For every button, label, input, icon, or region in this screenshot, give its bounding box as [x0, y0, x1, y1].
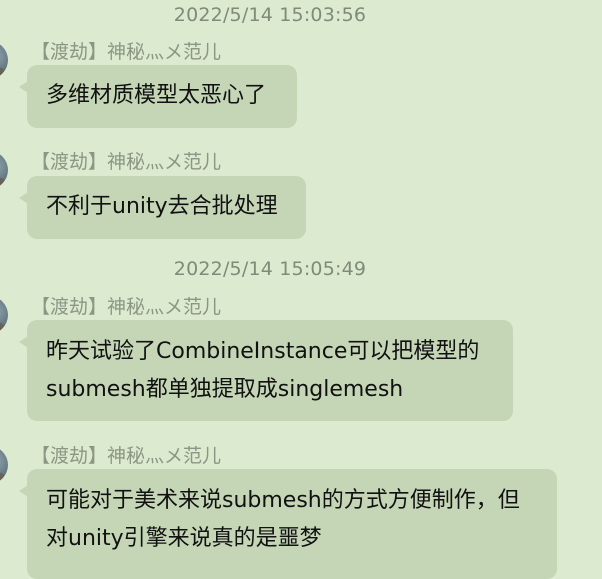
message-timestamp: 2022/5/14 15:05:49 — [173, 258, 367, 280]
message-text-line: 可能对于美术来说submesh的方式方便制作，但 — [46, 488, 520, 513]
message-text: 不利于unity去合批处理 — [46, 194, 278, 219]
message-text-line: 对unity引擎来说真的是噩梦 — [46, 526, 322, 551]
message-bubble[interactable]: 多维材质模型太恶心了 — [19, 65, 297, 128]
sender-avatar[interactable] — [0, 41, 8, 79]
chat-history[interactable]: 2022/5/14 15:03:56 【渡劫】神秘灬メ范儿 多维材质模型太恶心了… — [0, 0, 602, 579]
message-timestamp: 2022/5/14 15:03:56 — [173, 4, 367, 26]
message-text-line: 昨天试验了CombineInstance可以把模型的 — [46, 339, 480, 364]
message-bubble[interactable]: 昨天试验了CombineInstance可以把模型的 submesh都单独提取成… — [19, 320, 513, 421]
sender-name: 【渡劫】神秘灬メ范儿 — [31, 296, 222, 318]
message-bubble[interactable]: 不利于unity去合批处理 — [19, 176, 306, 239]
sender-avatar[interactable] — [0, 151, 8, 189]
sender-avatar[interactable] — [0, 296, 8, 334]
sender-avatar[interactable] — [0, 446, 8, 484]
message-text: 多维材质模型太恶心了 — [46, 83, 267, 108]
sender-name: 【渡劫】神秘灬メ范儿 — [31, 151, 222, 173]
sender-name: 【渡劫】神秘灬メ范儿 — [31, 445, 222, 467]
message-text-line: submesh都单独提取成singlemesh — [46, 377, 404, 402]
sender-name: 【渡劫】神秘灬メ范儿 — [31, 41, 222, 63]
message-bubble[interactable]: 可能对于美术来说submesh的方式方便制作，但 对unity引擎来说真的是噩梦 — [19, 469, 557, 579]
